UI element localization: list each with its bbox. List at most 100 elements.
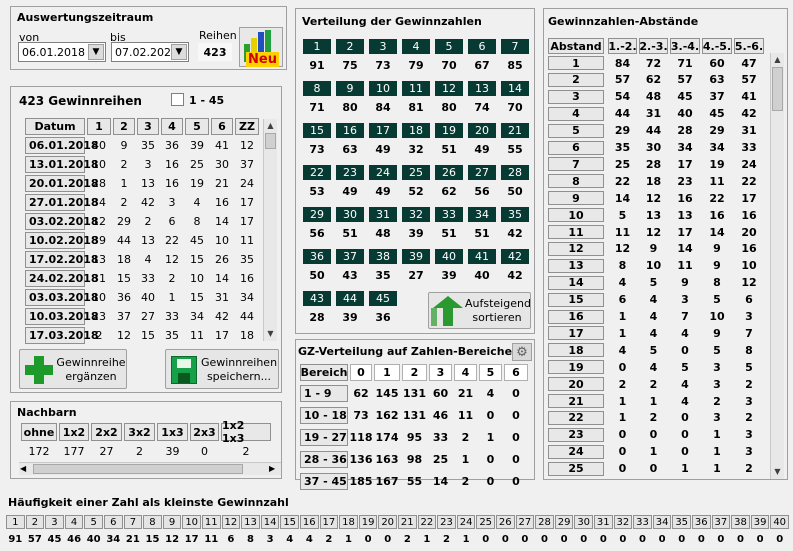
abstand-row-button[interactable]: 18 [548,343,604,358]
table-header-col-3[interactable]: 3 [137,118,159,135]
haeufigkeit-number-9[interactable]: 9 [162,515,182,529]
abstand-row-button[interactable]: 12 [548,241,604,256]
abstaende-header-5[interactable]: 5.-6. [734,38,764,54]
chevron-down-icon[interactable]: ▼ [171,44,187,60]
haeufigkeit-number-28[interactable]: 28 [535,515,554,529]
bereich-row-button[interactable]: 10 - 18 [300,407,348,424]
scroll-left-icon[interactable]: ◀ [20,464,26,473]
table-row-date-button[interactable]: 10.02.2018 [25,232,99,249]
haeufigkeit-number-12[interactable]: 12 [221,515,241,529]
haeufigkeit-number-22[interactable]: 22 [417,515,437,529]
abstand-row-button[interactable]: 2 [548,72,604,87]
scroll-right-icon[interactable]: ▶ [269,464,275,473]
bereiche-header-0[interactable]: Bereich [300,364,348,381]
haeufigkeit-number-21[interactable]: 21 [398,515,417,529]
abstand-row-button[interactable]: 10 [548,208,604,223]
abstaende-header-2[interactable]: 2.-3. [639,38,668,54]
haeufigkeit-number-8[interactable]: 8 [143,515,162,529]
abstand-row-button[interactable]: 5 [548,123,604,138]
abstand-row-button[interactable]: 6 [548,140,604,155]
abstand-row-button[interactable]: 11 [548,225,604,239]
haeufigkeit-number-26[interactable]: 26 [496,515,515,529]
haeufigkeit-number-36[interactable]: 36 [692,515,711,529]
haeufigkeit-number-40[interactable]: 40 [770,515,789,529]
haeufigkeit-number-20[interactable]: 20 [378,515,397,529]
table-row-date-button[interactable]: 17.03.2018 [25,327,99,344]
table-row-date-button[interactable]: 20.01.2018 [25,175,99,192]
bereich-row-button[interactable]: 37 - 45 [300,473,348,490]
table-header-col-4[interactable]: 4 [161,118,183,135]
table-header-col-1[interactable]: 1 [87,118,111,135]
abstaende-header-1[interactable]: 1.-2. [608,38,637,54]
table-row-date-button[interactable]: 03.02.2018 [25,213,99,230]
nachbarn-header-2[interactable]: 2x2 [91,423,122,441]
haeufigkeit-number-38[interactable]: 38 [731,515,750,529]
haeufigkeit-number-33[interactable]: 33 [633,515,652,529]
haeufigkeit-number-6[interactable]: 6 [104,515,123,529]
neu-button[interactable]: Neu [239,27,283,67]
table-row-date-button[interactable]: 06.01.2018 [25,137,99,154]
bereich-row-button[interactable]: 28 - 36 [300,451,348,468]
abstaende-scrollbar[interactable]: ▲ ▼ [770,53,784,479]
nachbarn-header-3[interactable]: 3x2 [124,423,155,441]
table-row-date-button[interactable]: 24.02.2018 [25,270,99,287]
abstand-row-button[interactable]: 3 [548,89,604,104]
haeufigkeit-number-1[interactable]: 1 [6,515,25,529]
abstand-row-button[interactable]: 14 [548,275,604,290]
abstand-row-button[interactable]: 24 [548,444,604,459]
abstand-row-button[interactable]: 16 [548,309,604,324]
haeufigkeit-number-37[interactable]: 37 [711,515,731,529]
abstaende-header-3[interactable]: 3.-4. [670,38,700,54]
haeufigkeit-number-27[interactable]: 27 [515,515,535,529]
table-row-date-button[interactable]: 27.01.2018 [25,194,99,211]
haeufigkeit-number-3[interactable]: 3 [45,515,64,529]
abstand-row-button[interactable]: 19 [548,360,604,375]
abstand-row-button[interactable]: 13 [548,258,604,273]
abstand-row-button[interactable]: 1 [548,56,604,70]
table-header-col-ZZ[interactable]: ZZ [235,118,259,135]
abstaende-header-0[interactable]: Abstand [548,38,604,54]
haeufigkeit-number-11[interactable]: 11 [202,515,221,529]
haeufigkeit-number-5[interactable]: 5 [84,515,103,529]
table-header-datum[interactable]: Datum [25,118,85,135]
haeufigkeit-number-35[interactable]: 35 [672,515,691,529]
haeufigkeit-number-16[interactable]: 16 [300,515,319,529]
haeufigkeit-number-14[interactable]: 14 [260,515,280,529]
haeufigkeit-number-34[interactable]: 34 [652,515,672,529]
abstand-row-button[interactable]: 21 [548,394,604,408]
table-header-col-5[interactable]: 5 [185,118,209,135]
abstand-row-button[interactable]: 9 [548,191,604,206]
abstand-row-button[interactable]: 25 [548,461,604,476]
scroll-down-icon[interactable]: ▼ [264,327,277,340]
scroll-up-icon[interactable]: ▲ [264,119,277,132]
nachbarn-header-0[interactable]: ohne [21,423,57,441]
bis-date-select[interactable]: 07.02.2026 ▼ [111,42,189,62]
gewinnreihen-scrollbar[interactable]: ▲ ▼ [263,119,277,341]
haeufigkeit-number-29[interactable]: 29 [554,515,574,529]
haeufigkeit-number-10[interactable]: 10 [182,515,201,529]
gewinnreihen-speichern-button[interactable]: Gewinnreihen speichern... [165,349,279,389]
haeufigkeit-number-4[interactable]: 4 [64,515,84,529]
table-header-col-2[interactable]: 2 [113,118,135,135]
scroll-up-icon[interactable]: ▲ [771,53,784,66]
nachbarn-hscrollbar[interactable]: ◀ ▶ [19,462,281,475]
scroll-thumb[interactable] [772,67,783,111]
haeufigkeit-number-13[interactable]: 13 [241,515,260,529]
scroll-thumb[interactable] [33,464,243,474]
table-row-date-button[interactable]: 03.03.2018 [25,289,99,306]
haeufigkeit-number-18[interactable]: 18 [339,515,358,529]
haeufigkeit-number-39[interactable]: 39 [750,515,770,529]
nachbarn-header-5[interactable]: 2x3 [190,423,219,441]
abstand-row-button[interactable]: 8 [548,174,604,189]
haeufigkeit-number-24[interactable]: 24 [456,515,476,529]
haeufigkeit-number-30[interactable]: 30 [574,515,593,529]
scroll-thumb[interactable] [265,133,276,149]
haeufigkeit-number-15[interactable]: 15 [280,515,299,529]
haeufigkeit-number-31[interactable]: 31 [594,515,613,529]
haeufigkeit-number-23[interactable]: 23 [437,515,456,529]
haeufigkeit-number-25[interactable]: 25 [476,515,495,529]
chevron-down-icon[interactable]: ▼ [88,44,104,60]
nachbarn-header-1[interactable]: 1x2 [59,423,89,441]
haeufigkeit-number-17[interactable]: 17 [319,515,339,529]
bereich-row-button[interactable]: 1 - 9 [300,385,348,402]
